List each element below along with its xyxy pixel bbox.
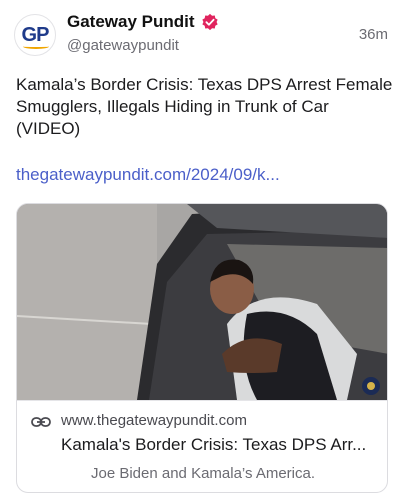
avatar-swoosh — [23, 44, 49, 49]
author-name-row: Gateway Pundit — [67, 12, 219, 32]
author-name[interactable]: Gateway Pundit — [67, 12, 195, 32]
link-preview-card[interactable]: www.thegatewaypundit.com Kamala's Border… — [16, 203, 388, 493]
link-icon — [31, 417, 51, 427]
post-text: Kamala’s Border Crisis: Texas DPS Arrest… — [16, 75, 393, 138]
link-domain: www.thegatewaypundit.com — [61, 412, 247, 429]
verified-badge-icon — [201, 13, 218, 31]
car-trunk-photo — [17, 204, 387, 400]
avatar[interactable]: GP — [14, 14, 56, 56]
post-header: GP Gateway Pundit @gatewaypundit 36m — [0, 0, 404, 64]
author-handle[interactable]: @gatewaypundit — [67, 37, 179, 54]
post-link[interactable]: thegatewaypundit.com/2024/09/k... — [16, 165, 280, 185]
link-title[interactable]: Kamala's Border Crisis: Texas DPS Arr... — [61, 435, 366, 455]
link-preview-image[interactable] — [17, 204, 387, 400]
post-time: 36m — [358, 26, 388, 43]
link-preview-footer[interactable]: www.thegatewaypundit.com Kamala's Border… — [17, 400, 387, 492]
link-description: Joe Biden and Kamala’s America. — [90, 465, 316, 482]
